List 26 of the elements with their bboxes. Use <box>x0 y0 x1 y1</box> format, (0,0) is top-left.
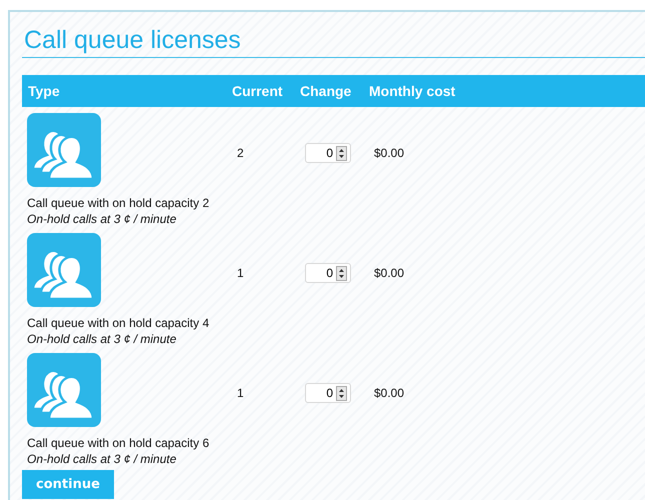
current-count: 2 <box>237 146 245 160</box>
column-header: Monthly cost <box>369 83 456 99</box>
license-name: Call queue with on hold capacity 2 <box>27 195 210 211</box>
change-field[interactable]: 0 <box>305 263 351 283</box>
monthly-cost: $0.00 <box>374 386 406 400</box>
people-icon <box>27 113 101 187</box>
spinner-icon <box>336 386 347 400</box>
page-title: Call queue licenses <box>22 22 645 58</box>
change-field[interactable]: 0 <box>305 383 351 403</box>
spinner-icon <box>336 266 347 280</box>
column-header: Type <box>28 83 61 99</box>
monthly-cost: $0.00 <box>374 266 406 280</box>
people-icon <box>27 353 101 427</box>
spinner-icon <box>336 146 347 160</box>
license-name: Call queue with on hold capacity 4 <box>27 315 210 331</box>
license-name: Call queue with on hold capacity 6 <box>27 435 210 451</box>
people-icon <box>27 233 101 307</box>
license-note: On-hold calls at 3 ¢ / minute <box>27 211 178 227</box>
current-count: 1 <box>237 266 245 280</box>
change-field[interactable]: 0 <box>305 143 351 163</box>
monthly-cost: $0.00 <box>374 146 406 160</box>
license-note: On-hold calls at 3 ¢ / minute <box>27 331 178 347</box>
column-header: Change <box>300 83 352 99</box>
license-note: On-hold calls at 3 ¢ / minute <box>27 451 178 467</box>
current-count: 1 <box>237 386 245 400</box>
column-header: Current <box>232 83 284 99</box>
